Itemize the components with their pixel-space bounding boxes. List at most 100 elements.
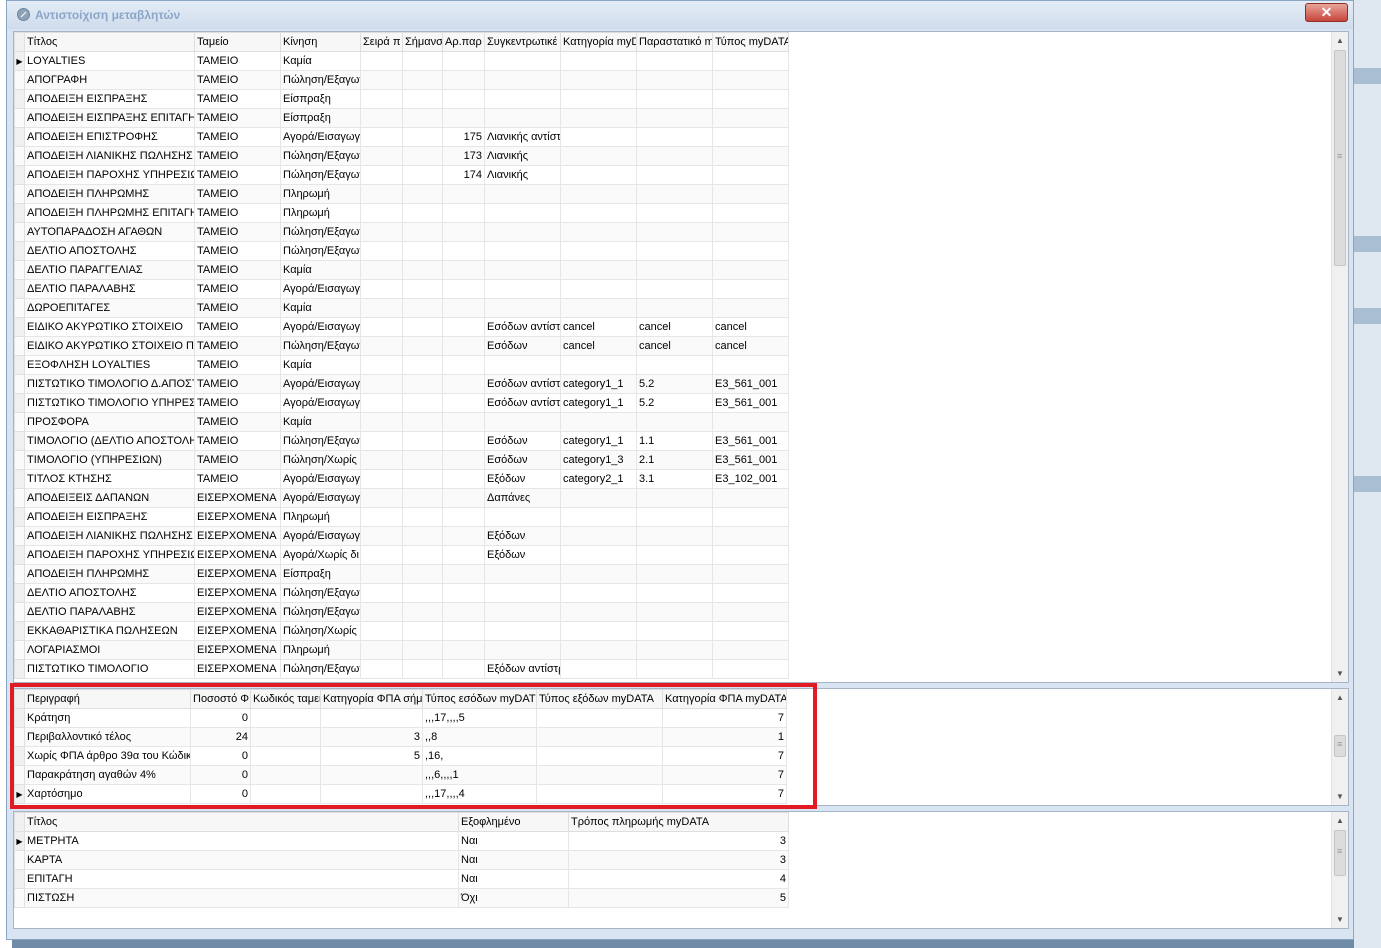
table-cell[interactable]: [360, 412, 403, 432]
table-cell[interactable]: [636, 51, 713, 71]
table-cell[interactable]: [636, 279, 713, 299]
row-indicator[interactable]: [14, 450, 25, 470]
table-cell[interactable]: [442, 298, 485, 318]
table-cell[interactable]: cancel: [712, 336, 789, 356]
row-indicator[interactable]: [14, 621, 25, 641]
table-cell[interactable]: [636, 260, 713, 280]
table-cell[interactable]: 5.2: [636, 393, 713, 413]
table-cell[interactable]: [442, 393, 485, 413]
table-cell[interactable]: [402, 355, 443, 375]
row-indicator[interactable]: [14, 507, 25, 527]
table-cell[interactable]: [442, 279, 485, 299]
table-cell[interactable]: E3_561_001: [712, 393, 789, 413]
table-cell[interactable]: [442, 564, 485, 584]
table-cell[interactable]: [402, 89, 443, 109]
table-cell[interactable]: category1_1: [560, 374, 637, 394]
row-indicator[interactable]: [14, 127, 25, 147]
table-cell[interactable]: [560, 260, 637, 280]
table-cell[interactable]: [560, 241, 637, 261]
row-indicator[interactable]: [14, 374, 25, 394]
table-cell[interactable]: [560, 488, 637, 508]
table-cell[interactable]: ΕΙΣΕΡΧΟΜΕΝΑ: [194, 583, 281, 603]
column-header[interactable]: Τρόπος πληρωμής myDATA: [568, 812, 789, 832]
table-cell[interactable]: [442, 222, 485, 242]
table-cell[interactable]: [442, 469, 485, 489]
table-cell[interactable]: [442, 659, 485, 679]
table-cell[interactable]: cancel: [560, 336, 637, 356]
table-cell[interactable]: [712, 488, 789, 508]
table-cell[interactable]: Αγορά/Εισαγωγ: [280, 127, 361, 147]
table-cell[interactable]: Ναι: [458, 869, 569, 889]
table-row[interactable]: ΔΩΡΟΕΠΙΤΑΓΕΣ ΤΑΜΕΙΟ Καμία: [14, 298, 789, 318]
table-row[interactable]: ΑΠΟΔΕΙΞΗ ΕΙΣΠΡΑΞΗΣ ΕΙΣΕΡΧΟΜΕΝΑ Πληρωμή: [14, 507, 789, 527]
table-cell[interactable]: ΤΑΜΕΙΟ: [194, 51, 281, 71]
table-cell[interactable]: cancel: [636, 336, 713, 356]
table-row[interactable]: ΑΠΟΔΕΙΞΗ ΕΙΣΠΡΑΞΗΣ ΕΠΙΤΑΓΗ ΤΑΜΕΙΟ Είσπραξη: [14, 108, 789, 128]
table-cell[interactable]: [636, 412, 713, 432]
table-cell[interactable]: [402, 241, 443, 261]
table-cell[interactable]: [560, 564, 637, 584]
table-cell[interactable]: [560, 51, 637, 71]
table-row[interactable]: ΤΙΜΟΛΟΓΙΟ (ΔΕΛΤΙΟ ΑΠΟΣΤΟΛΗΣ ΤΑΜΕΙΟ Πώληση/…: [14, 431, 789, 451]
table-cell[interactable]: ΤΑΜΕΙΟ: [194, 469, 281, 489]
table-cell[interactable]: ΠΙΣΤΩΤΙΚΟ ΤΙΜΟΛΟΓΙΟ Δ.ΑΠΟΣΤΟ: [24, 374, 195, 394]
table-cell[interactable]: [402, 507, 443, 527]
row-indicator[interactable]: [14, 146, 25, 166]
table-cell[interactable]: [442, 355, 485, 375]
table-cell[interactable]: [712, 355, 789, 375]
table-row[interactable]: ΤΙΤΛΟΣ ΚΤΗΣΗΣ ΤΑΜΕΙΟ Αγορά/Εισαγωγ Εξόδων ca…: [14, 469, 789, 489]
row-indicator[interactable]: [14, 317, 25, 337]
table-row[interactable]: ▶ ΜΕΤΡΗΤΑ Ναι 3: [14, 831, 789, 851]
table-cell[interactable]: 1.1: [636, 431, 713, 451]
table-cell[interactable]: Εξόδων αντίστρ: [484, 659, 561, 679]
table-cell[interactable]: [636, 298, 713, 318]
column-header[interactable]: Τίτλος: [24, 812, 459, 832]
row-indicator[interactable]: [14, 412, 25, 432]
table-cell[interactable]: ΑΠΟΔΕΙΞΗ ΕΙΣΠΡΑΞΗΣ: [24, 507, 195, 527]
table-cell[interactable]: ΤΑΜΕΙΟ: [194, 260, 281, 280]
table-cell[interactable]: ΔΕΛΤΙΟ ΑΠΟΣΤΟΛΗΣ: [24, 583, 195, 603]
row-indicator[interactable]: [14, 336, 25, 356]
table-cell[interactable]: [360, 336, 403, 356]
table-cell[interactable]: [712, 545, 789, 565]
table-cell[interactable]: Ναι: [458, 850, 569, 870]
table-row[interactable]: ΑΠΟΔΕΙΞΗ ΠΛΗΡΩΜΗΣ ΕΠΙΤΑΓΗ ΤΑΜΕΙΟ Πληρωμή: [14, 203, 789, 223]
table-cell[interactable]: [442, 374, 485, 394]
table-cell[interactable]: [360, 640, 403, 660]
table-cell[interactable]: ΕΠΙΤΑΓΗ: [24, 869, 459, 889]
table-cell[interactable]: [442, 336, 485, 356]
column-header[interactable]: Τύπος myDATA: [712, 32, 789, 52]
table-cell[interactable]: Αγορά/Εισαγωγ: [280, 374, 361, 394]
table-row[interactable]: ΤΙΜΟΛΟΓΙΟ (ΥΠΗΡΕΣΙΩΝ) ΤΑΜΕΙΟ Πώληση/Χωρίς …: [14, 450, 789, 470]
table-cell[interactable]: ΑΠΟΔΕΙΞΗ ΠΑΡΟΧΗΣ ΥΠΗΡΕΣΙΩΝ: [24, 545, 195, 565]
table-row[interactable]: ΑΠΟΔΕΙΞΗ ΕΙΣΠΡΑΞΗΣ ΤΑΜΕΙΟ Είσπραξη: [14, 89, 789, 109]
column-header[interactable]: Σήμανσ: [402, 32, 443, 52]
current-row-icon[interactable]: ▶: [14, 51, 25, 71]
table-cell[interactable]: ΕΙΔΙΚΟ ΑΚΥΡΩΤΙΚΟ ΣΤΟΙΧΕΙΟ ΠΙΣ: [24, 336, 195, 356]
table-cell[interactable]: 5.2: [636, 374, 713, 394]
table-cell[interactable]: LOYALTIES: [24, 51, 195, 71]
table-cell[interactable]: [712, 279, 789, 299]
row-indicator[interactable]: [14, 241, 25, 261]
close-button[interactable]: ✕: [1305, 3, 1348, 22]
table-cell[interactable]: [712, 659, 789, 679]
table-cell[interactable]: ΑΠΟΔΕΙΞΗ ΛΙΑΝΙΚΗΣ ΠΩΛΗΣΗΣ: [24, 526, 195, 546]
table-cell[interactable]: Πώληση/Χωρίς δ: [280, 621, 361, 641]
row-indicator[interactable]: [14, 583, 25, 603]
table-row[interactable]: ΑΠΟΔΕΙΞΗ ΠΑΡΟΧΗΣ ΥΠΗΡΕΣΙΩΝ ΕΙΣΕΡΧΟΜΕΝΑ Αγο…: [14, 545, 789, 565]
table-cell[interactable]: [360, 279, 403, 299]
table-cell[interactable]: [360, 51, 403, 71]
table-row[interactable]: ΑΠΟΔΕΙΞΗ ΕΠΙΣΤΡΟΦΗΣ ΤΑΜΕΙΟ Αγορά/Εισαγωγ 17…: [14, 127, 789, 147]
table-cell[interactable]: E3_102_001: [712, 469, 789, 489]
table-cell[interactable]: [484, 640, 561, 660]
table-cell[interactable]: [360, 127, 403, 147]
table-cell[interactable]: ΤΑΜΕΙΟ: [194, 374, 281, 394]
table-row[interactable]: ΕΞΟΦΛΗΣΗ LOYALTIES ΤΑΜΕΙΟ Καμία: [14, 355, 789, 375]
row-indicator[interactable]: [14, 89, 25, 109]
table-cell[interactable]: [560, 184, 637, 204]
table-row[interactable]: ΑΠΟΔΕΙΞΗ ΛΙΑΝΙΚΗΣ ΠΩΛΗΣΗΣ ΕΙΣΕΡΧΟΜΕΝΑ Αγορ…: [14, 526, 789, 546]
table-cell[interactable]: 4: [568, 869, 789, 889]
table-cell[interactable]: [402, 602, 443, 622]
table-cell[interactable]: [402, 526, 443, 546]
table-cell[interactable]: [636, 89, 713, 109]
